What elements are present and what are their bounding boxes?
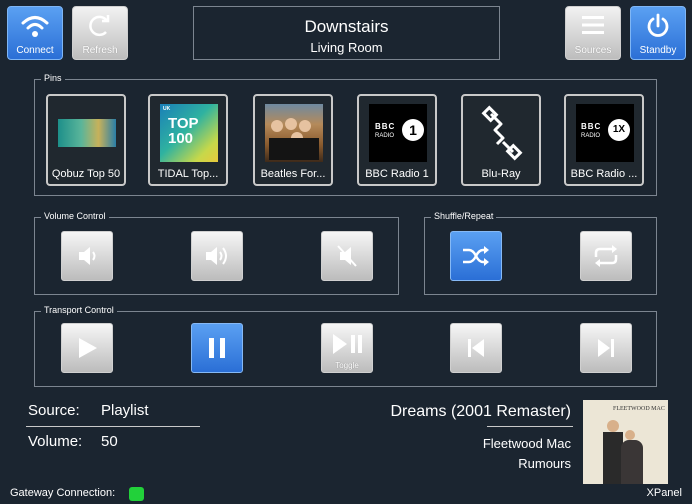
pins-title: Pins (41, 73, 65, 83)
album-art-text: FLEETWOOD MAC (613, 406, 665, 412)
play-button[interactable] (61, 323, 113, 373)
artist-name: Fleetwood Mac (482, 436, 571, 451)
track-title: Dreams (2001 Remaster) (390, 403, 572, 420)
tidal-top100-art: UK TOP 100 (160, 104, 218, 162)
cable-icon (481, 105, 523, 161)
play-icon (79, 338, 97, 358)
play-pause-icon (333, 334, 362, 354)
album-art: FLEETWOOD MAC (583, 400, 668, 484)
source-label: Source: (28, 402, 80, 419)
mute-icon (337, 245, 357, 267)
power-icon (647, 13, 669, 37)
connect-button[interactable]: Connect (7, 6, 63, 60)
pin-qobuz-top-50[interactable]: Qobuz Top 50 (46, 94, 126, 186)
refresh-label: Refresh (82, 45, 118, 56)
next-button[interactable] (580, 323, 632, 373)
volume-down-icon (79, 247, 96, 265)
gateway-status-indicator (129, 487, 144, 501)
zone-display: Downstairs Living Room (193, 6, 500, 60)
volume-label: Volume: (28, 433, 83, 450)
radio-number: 1 (402, 119, 424, 141)
wifi-icon (21, 16, 49, 37)
sources-label: Sources (574, 45, 612, 56)
shuffle-repeat-title: Shuffle/Repeat (431, 211, 497, 221)
xpanel-label: XPanel (646, 487, 682, 499)
refresh-button[interactable]: Refresh (72, 6, 128, 60)
pin-label: TIDAL Top... (157, 168, 219, 180)
volume-up-button[interactable] (191, 231, 243, 281)
radio-text: RADIO (375, 133, 395, 139)
refresh-icon (89, 15, 110, 37)
sources-button[interactable]: Sources (565, 6, 621, 60)
standby-label: Standby (639, 45, 677, 56)
radio-text: RADIO (581, 133, 601, 139)
pin-blu-ray[interactable]: Blu-Ray (461, 94, 541, 186)
volume-down-button[interactable] (61, 231, 113, 281)
pin-beatles-for-sale[interactable]: Beatles For... (253, 94, 333, 186)
tidal-tag: UK (163, 106, 171, 112)
shuffle-button[interactable] (450, 231, 502, 281)
volume-up-icon (206, 247, 227, 265)
qobuz-art (58, 104, 116, 162)
pin-bbc-radio-1[interactable]: BBC RADIO 1 BBC Radio 1 (357, 94, 437, 186)
bbc-text: BBC (375, 122, 396, 131)
toggle-label: Toggle (335, 361, 359, 370)
pause-icon (209, 338, 225, 358)
zone-name: Downstairs (304, 17, 389, 36)
gateway-connection-label: Gateway Connection: (10, 487, 116, 499)
pin-label: Beatles For... (260, 168, 326, 180)
standby-button[interactable]: Standby (630, 6, 686, 60)
bbc-radio1x-logo: BBC RADIO 1X (576, 104, 634, 162)
room-name: Living Room (310, 40, 383, 55)
next-icon (598, 339, 614, 357)
pin-label: Qobuz Top 50 (51, 168, 121, 180)
previous-icon (468, 339, 484, 357)
volume-control-title: Volume Control (41, 211, 109, 221)
connect-label: Connect (16, 45, 54, 56)
status-divider (26, 426, 200, 427)
pin-label: Blu-Ray (481, 168, 521, 180)
play-pause-toggle-button[interactable]: Toggle (321, 323, 373, 373)
pause-button[interactable] (191, 323, 243, 373)
transport-control-title: Transport Control (41, 305, 117, 315)
now-playing-divider (487, 426, 573, 427)
pin-tidal-top[interactable]: UK TOP 100 TIDAL Top... (148, 94, 228, 186)
bbc-radio1-logo: BBC RADIO 1 (369, 104, 427, 162)
volume-value: 50 (101, 433, 118, 450)
pin-label: BBC Radio 1 (365, 168, 429, 180)
menu-icon (582, 16, 604, 34)
bbc-text: BBC (581, 122, 602, 131)
repeat-icon (594, 245, 618, 267)
album-name: Rumours (518, 456, 571, 471)
mute-button[interactable] (321, 231, 373, 281)
shuffle-icon (463, 246, 489, 266)
radio-number: 1X (608, 119, 630, 141)
previous-button[interactable] (450, 323, 502, 373)
tidal-art-text: TOP 100 (168, 115, 199, 147)
source-value: Playlist (101, 402, 149, 419)
pin-label: BBC Radio ... (570, 168, 638, 180)
pin-bbc-radio-1x[interactable]: BBC RADIO 1X BBC Radio ... (564, 94, 644, 186)
repeat-button[interactable] (580, 231, 632, 281)
beatles-for-sale-art (265, 104, 323, 162)
